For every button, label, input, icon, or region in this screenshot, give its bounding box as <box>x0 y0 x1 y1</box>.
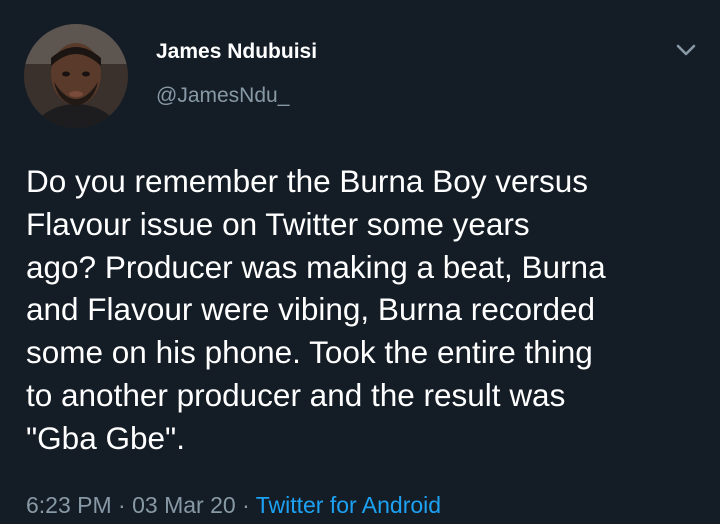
tweet-line: Flavour issue on Twitter some years <box>26 205 530 242</box>
tweet-line: Do you remember the Burna Boy versus <box>26 163 589 199</box>
meta-separator: · <box>118 492 126 518</box>
avatar[interactable] <box>24 24 128 128</box>
tweet-time: 6:23 PM <box>26 492 112 518</box>
display-name[interactable]: James Ndubuisi <box>156 40 317 64</box>
profile-photo-icon <box>24 24 128 128</box>
tweet-line: ago? Producer was making a beat, Burna <box>26 248 606 285</box>
tweet-source-link[interactable]: Twitter for Android <box>256 492 441 518</box>
tweet-line: and Flavour were vibing, Burna recorded <box>26 291 596 328</box>
tweet-text: Do you remember the Burna Boy versus Fla… <box>26 160 706 460</box>
tweet-date: 03 Mar 20 <box>132 492 236 518</box>
user-handle[interactable]: @JamesNdu_ <box>156 84 289 108</box>
tweet-line: "Gba Gbe". <box>26 419 185 456</box>
chevron-down-icon[interactable] <box>672 36 700 64</box>
tweet-line: to another producer and the result was <box>26 376 566 413</box>
tweet-line: some on his phone. Took the entire thing <box>26 334 593 371</box>
meta-separator: · <box>242 492 250 518</box>
tweet-meta: 6:23 PM · 03 Mar 20 · Twitter for Androi… <box>26 492 441 519</box>
